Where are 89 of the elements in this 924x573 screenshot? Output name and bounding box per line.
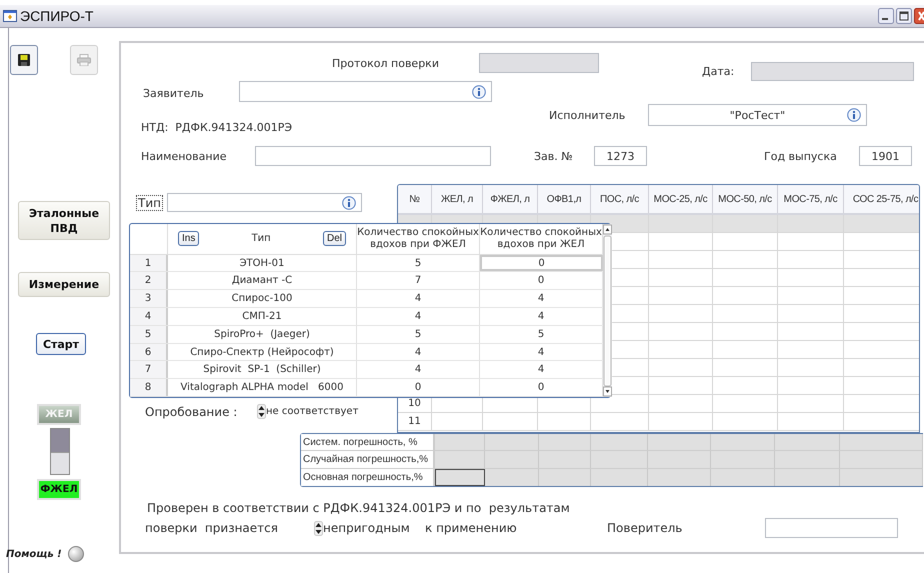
- row-number: 6: [130, 344, 168, 360]
- column-header: ПОС, л/с: [591, 185, 649, 213]
- help-indicator-icon[interactable]: [68, 546, 84, 562]
- trial-value[interactable]: не соответствует: [266, 406, 358, 417]
- column-header: Количество спокойных вдохов при ФЖЕЛ: [357, 224, 480, 254]
- table-cell[interactable]: 0: [357, 379, 480, 396]
- column-header: ФЖЕЛ, л: [483, 185, 538, 213]
- close-icon[interactable]: [914, 8, 924, 24]
- row-label: Систем. погрешность, %: [301, 434, 435, 450]
- name-field[interactable]: [255, 146, 491, 166]
- column-header: МОС-25, л/с: [649, 185, 713, 213]
- column-header: №: [398, 185, 432, 213]
- standard-text: НТД: РДФК.941324.001РЭ: [141, 121, 294, 134]
- type-name[interactable]: Спирос-100: [168, 290, 357, 308]
- side-button[interactable]: Эталонные ПВД: [18, 201, 110, 240]
- app-icon: [3, 10, 17, 22]
- row-label: Основная погрешность,%: [301, 468, 435, 486]
- mode-indicator: ЖЕЛ: [37, 404, 81, 425]
- field-label: Тип: [136, 194, 163, 210]
- minimize-icon[interactable]: [878, 8, 894, 24]
- row-number: 7: [130, 361, 168, 378]
- conclusion-text: Проверен в соответствии с РДФК.941324.001РЭ и по результатам: [147, 501, 571, 515]
- row-number: 5: [130, 326, 168, 343]
- help-label: Помощь !: [6, 548, 62, 560]
- row-number: 1: [130, 254, 168, 272]
- field-label: Протокол поверки: [332, 56, 440, 70]
- mode-indicator: ФЖЕЛ: [37, 479, 81, 500]
- row-number: 4: [130, 308, 168, 325]
- type-name[interactable]: SpiroPro+ (Jaeger): [168, 326, 357, 343]
- type-name[interactable]: Vitalograph ALPHA model 6000: [168, 379, 357, 396]
- spinner-icon[interactable]: [257, 404, 266, 419]
- conclusion-text: поверки признается: [145, 521, 279, 535]
- date-field[interactable]: [751, 62, 914, 81]
- type-name[interactable]: Spirovit SP-1 (Schiller): [168, 361, 357, 378]
- type-name[interactable]: Спиро-Спектр (Нейрософт): [168, 344, 357, 360]
- column-header: ОФВ1,л: [538, 185, 591, 213]
- column-header: ЖЕЛ, л: [432, 185, 483, 213]
- field-label: Зав. №: [534, 150, 574, 162]
- row-label: Случайная погрешность,%: [301, 451, 435, 468]
- column-header: Тип: [250, 232, 272, 245]
- info-icon[interactable]: [847, 108, 861, 122]
- window-title: ЭСПИРО-Т: [20, 8, 94, 24]
- table-cell[interactable]: 5: [357, 254, 480, 272]
- row-number: 2: [130, 272, 168, 290]
- row-number: 11: [398, 413, 432, 430]
- column-header: МОС-75, л/с: [778, 185, 844, 213]
- side-button[interactable]: Старт: [36, 333, 86, 355]
- year-field[interactable]: 1901: [859, 146, 912, 166]
- row-number: 8: [130, 379, 168, 396]
- type-field[interactable]: [166, 193, 362, 212]
- protocol-field[interactable]: [479, 53, 599, 73]
- info-icon[interactable]: [472, 84, 486, 98]
- field-label: Опробование :: [145, 404, 238, 418]
- table-cell[interactable]: 5: [357, 326, 480, 343]
- type-name[interactable]: ЭТОН-01: [168, 254, 357, 272]
- info-icon[interactable]: [342, 196, 356, 210]
- column-header: МОС-50, л/с: [713, 185, 778, 213]
- verdict-value[interactable]: непригодным: [323, 521, 410, 535]
- applicant-field[interactable]: [239, 81, 492, 102]
- scrollbar[interactable]: [603, 224, 612, 397]
- spinner-icon[interactable]: [314, 520, 323, 536]
- table-cell[interactable]: 7: [357, 272, 480, 290]
- type-name[interactable]: СМП-21: [168, 308, 357, 325]
- field-label: Заявитель: [143, 86, 205, 100]
- field-label: Исполнитель: [549, 108, 626, 122]
- side-button[interactable]: Измерение: [18, 272, 110, 297]
- table-cell[interactable]: 0: [480, 254, 603, 272]
- floppy-icon: [18, 54, 30, 66]
- save-button[interactable]: [10, 45, 38, 75]
- executor-field[interactable]: "РосТест": [648, 104, 867, 126]
- table-cell[interactable]: 4: [357, 290, 480, 308]
- conclusion-text: к применению: [425, 521, 518, 535]
- verifier-field[interactable]: [765, 518, 898, 538]
- field-label: Дата:: [702, 65, 736, 80]
- table-cell[interactable]: 4: [357, 308, 480, 325]
- type-name[interactable]: Диамант -С: [168, 272, 357, 290]
- printer-icon: [77, 54, 91, 66]
- table-cell[interactable]: 4: [357, 344, 480, 360]
- delete-button[interactable]: Del: [322, 231, 346, 246]
- insert-button[interactable]: Ins: [178, 231, 200, 246]
- table-cell[interactable]: 4: [357, 361, 480, 378]
- row-number: 3: [130, 290, 168, 308]
- column-header: СОС 25-75, л/с: [844, 185, 919, 213]
- maximize-icon[interactable]: [896, 8, 912, 24]
- toggle-switch[interactable]: [50, 428, 70, 475]
- field-label: Наименование: [141, 150, 228, 162]
- field-label: Поверитель: [607, 521, 684, 535]
- serial-number-field[interactable]: 1273: [594, 146, 647, 166]
- field-label: Год выпуска: [764, 150, 838, 162]
